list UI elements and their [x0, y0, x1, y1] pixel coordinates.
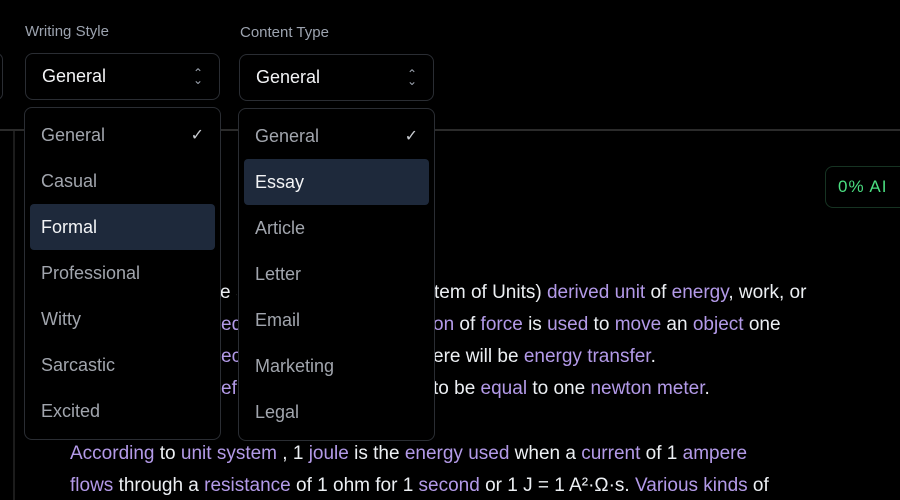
content-type-option[interactable]: Legal — [244, 389, 429, 435]
chevron-up-down-icon: ⌃ ⌄ — [192, 65, 203, 87]
text-line: flows through a resistance of 1 ohm for … — [70, 474, 769, 498]
highlighted-word[interactable]: object — [693, 314, 744, 335]
highlighted-word[interactable]: joule — [309, 443, 349, 464]
highlighted-word[interactable]: on — [433, 314, 454, 335]
highlighted-word[interactable]: derived unit — [547, 282, 645, 303]
highlighted-word[interactable]: resistance — [204, 475, 291, 496]
highlighted-word[interactable]: move — [615, 314, 661, 335]
text-segment: to — [154, 443, 181, 464]
text-line: ed — [221, 313, 238, 337]
text-segment: of 1 — [640, 443, 683, 464]
content-type-option[interactable]: Article — [244, 205, 429, 251]
text-segment: of — [645, 282, 672, 303]
writing-style-option[interactable]: Casual — [30, 158, 215, 204]
highlighted-word[interactable]: energy transfer — [524, 346, 651, 367]
panel-border — [13, 131, 15, 500]
text-segment: . — [650, 346, 656, 367]
highlighted-word[interactable]: efi — [221, 378, 238, 399]
highlighted-word[interactable]: ampere — [683, 443, 747, 464]
text-segment: is — [522, 314, 548, 335]
option-label: General — [255, 125, 320, 146]
writing-style-option[interactable]: Witty — [30, 296, 215, 342]
option-label: General — [41, 124, 106, 145]
highlighted-word[interactable]: ec — [221, 346, 238, 367]
text-line: to be equal to one newton meter. — [433, 377, 710, 401]
chevron-up-down-icon: ⌃ ⌄ — [406, 66, 417, 88]
option-label: Essay — [255, 171, 305, 192]
text-line: ec — [221, 345, 238, 369]
text-segment: one — [743, 314, 781, 335]
option-label: Excited — [41, 400, 101, 421]
text-segment: through a — [113, 475, 205, 496]
text-segment: . — [704, 378, 710, 399]
check-icon: ✓ — [190, 127, 204, 144]
check-icon: ✓ — [404, 128, 418, 145]
text-segment: or 1 J = 1 A²·Ω·s. — [479, 475, 635, 496]
writing-style-label: Writing Style — [25, 23, 109, 40]
text-segment: ere will be — [433, 346, 524, 367]
highlighted-word[interactable]: According — [70, 443, 155, 464]
text-segment: to one — [527, 378, 591, 399]
text-segment: is the — [348, 443, 405, 464]
writing-style-option[interactable]: Professional — [30, 250, 215, 296]
writing-style-menu: General ✓ Casual Formal Professional Witty Sar… — [24, 107, 221, 440]
content-type-option[interactable]: Marketing — [244, 343, 429, 389]
text-segment: when a — [509, 443, 582, 464]
highlighted-word[interactable]: equal — [481, 378, 528, 399]
writing-style-value: General — [42, 66, 107, 86]
text-line: on of force is used to move an object on… — [433, 313, 781, 337]
text-segment: , 1 — [277, 443, 309, 464]
highlighted-word[interactable]: Various kinds — [635, 475, 748, 496]
writing-style-option[interactable]: Formal — [30, 204, 215, 250]
text-segment: of — [454, 314, 481, 335]
content-type-label: Content Type — [240, 24, 329, 41]
writing-style-option[interactable]: Sarcastic — [30, 342, 215, 388]
highlighted-word[interactable]: second — [419, 475, 480, 496]
content-type-select[interactable]: General ⌃ ⌄ — [239, 54, 434, 101]
text-line: tem of Units) derived unit of energy, wo… — [434, 281, 806, 305]
highlighted-word[interactable]: energy used — [405, 443, 510, 464]
content-type-option[interactable]: Email — [244, 297, 429, 343]
text-line: efi — [221, 377, 238, 401]
option-label: Letter — [255, 263, 302, 284]
text-line: According to unit system , 1 joule is th… — [70, 442, 747, 466]
highlighted-word[interactable]: unit system — [181, 443, 277, 464]
writing-style-option[interactable]: General ✓ — [30, 112, 215, 158]
text-line: e S — [220, 281, 237, 305]
text-line: ere will be energy transfer. — [433, 345, 656, 369]
highlighted-word[interactable]: flows — [70, 475, 113, 496]
option-label: Witty — [41, 308, 81, 329]
text-segment: to — [588, 314, 615, 335]
highlighted-word[interactable]: force — [481, 314, 523, 335]
content-type-value: General — [256, 67, 321, 87]
option-label: Legal — [255, 401, 300, 422]
text-segment: of 1 ohm for 1 — [290, 475, 419, 496]
highlighted-word[interactable]: energy — [672, 282, 729, 303]
option-label: Sarcastic — [41, 354, 116, 375]
writing-style-option[interactable]: Excited — [30, 388, 215, 434]
text-segment: an — [661, 314, 693, 335]
option-label: Formal — [41, 216, 98, 237]
writing-style-select[interactable]: General ⌃ ⌄ — [25, 53, 220, 100]
content-type-option[interactable]: Letter — [244, 251, 429, 297]
highlighted-word[interactable]: current — [581, 443, 640, 464]
highlighted-word[interactable]: newton meter — [590, 378, 704, 399]
text-segment: of — [747, 475, 769, 496]
option-label: Article — [255, 217, 306, 238]
text-segment: e S — [220, 282, 237, 303]
option-label: Casual — [41, 170, 98, 191]
option-label: Professional — [41, 262, 141, 283]
highlighted-word[interactable]: ed — [221, 314, 238, 335]
option-label: Email — [255, 309, 301, 330]
highlighted-word[interactable]: used — [547, 314, 588, 335]
content-type-menu: General ✓ Essay Article Letter Email Marketing… — [238, 108, 435, 441]
content-type-option[interactable]: Essay — [244, 159, 429, 205]
ai-score-badge: 0% AI — [825, 166, 900, 208]
left-select-edge[interactable] — [0, 53, 3, 100]
text-segment: tem of Units) — [434, 282, 547, 303]
option-label: Marketing — [255, 355, 335, 376]
text-segment: , work, or — [728, 282, 807, 303]
content-type-option[interactable]: General ✓ — [244, 113, 429, 159]
text-segment: to be — [433, 378, 481, 399]
